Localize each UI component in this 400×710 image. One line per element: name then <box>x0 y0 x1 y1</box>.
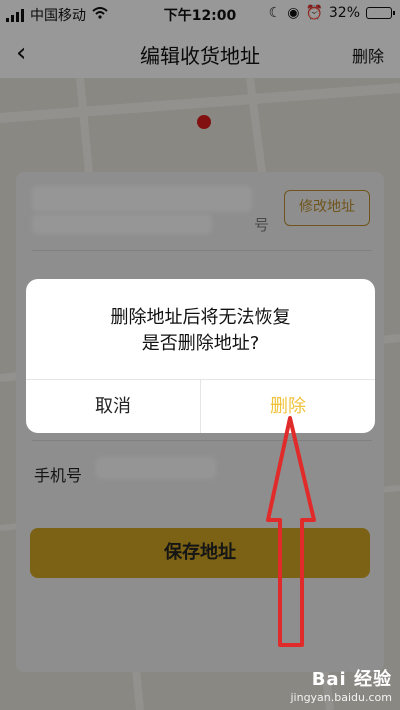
annotation-arrow-icon <box>266 416 316 647</box>
watermark-url: jingyan.baidu.com <box>290 691 392 704</box>
watermark: Bai 经验 jingyan.baidu.com <box>290 665 392 704</box>
watermark-brand: Bai 经验 <box>311 669 392 690</box>
